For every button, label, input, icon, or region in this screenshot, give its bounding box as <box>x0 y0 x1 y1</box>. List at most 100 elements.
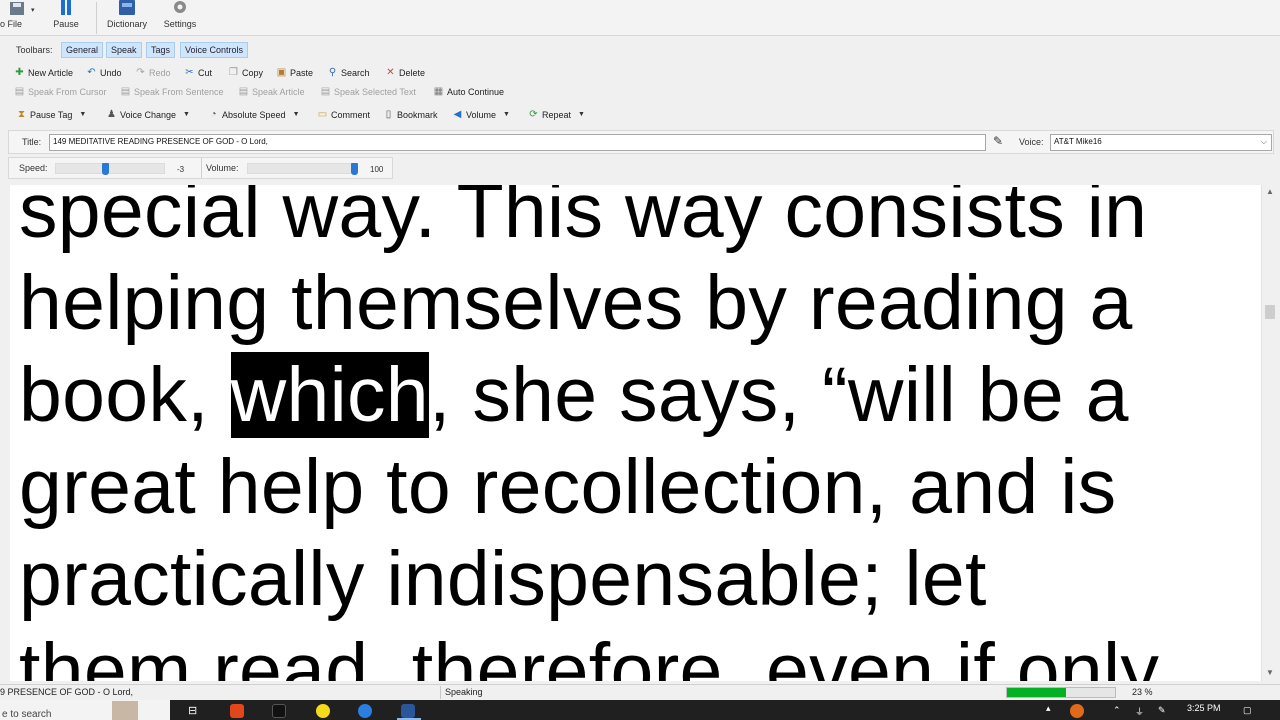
auto-continue-button[interactable]: ▦ Auto Continue <box>433 84 504 99</box>
volume-slider-track[interactable] <box>247 163 357 174</box>
gear-icon <box>174 1 186 13</box>
speak-from-cursor-label: Speak From Cursor <box>28 86 107 97</box>
undo-label: Undo <box>100 67 122 78</box>
speak-article-button[interactable]: ▤ Speak Article <box>238 84 305 99</box>
ribbon-divider <box>96 2 97 34</box>
tab-voice-controls[interactable]: Voice Controls <box>180 42 249 58</box>
absolute-speed-button[interactable]: ◔ Absolute Speed ▼ <box>208 107 300 122</box>
speak-selected-text-button[interactable]: ▤ Speak Selected Text <box>320 84 416 99</box>
status-percent: 23 % <box>1132 687 1153 697</box>
article-text[interactable]: special way. This way consists in helpin… <box>19 185 1259 681</box>
tray-app-icon[interactable] <box>1070 704 1084 718</box>
text-line: practically indispensable; let <box>19 536 987 622</box>
speed-volume-bar: Speed: -3 Volume: 100 <box>8 157 393 179</box>
reader-app-icon[interactable] <box>401 704 415 718</box>
delete-label: Delete <box>399 67 426 78</box>
notification-icon[interactable]: ▢ <box>1243 705 1252 716</box>
scroll-down-icon[interactable]: ▼ <box>1266 668 1274 677</box>
dictionary-button[interactable]: Dictionary <box>102 0 152 36</box>
save-icon <box>10 2 24 15</box>
pause-button[interactable]: Pause <box>46 0 86 36</box>
speak-selected-text-label: Speak Selected Text <box>334 86 416 97</box>
absolute-speed-label: Absolute Speed <box>222 109 286 120</box>
pause-label: Pause <box>53 19 79 29</box>
tiktok-icon[interactable] <box>272 704 286 718</box>
cut-button[interactable]: ✂ Cut <box>184 65 212 80</box>
auto-continue-label: Auto Continue <box>447 86 505 97</box>
speed-value: -3 <box>177 165 185 174</box>
voice-change-icon: ♟ <box>107 109 116 120</box>
snapchat-icon[interactable] <box>316 704 330 718</box>
voice-change-button[interactable]: ♟ Voice Change ▼ <box>106 107 190 122</box>
bookmark-icon: ▯ <box>385 109 392 120</box>
bookmark-button[interactable]: ▯ Bookmark <box>383 107 438 122</box>
bookmark-label: Bookmark <box>397 109 438 120</box>
brave-browser-icon[interactable] <box>230 704 244 718</box>
vertical-scrollbar[interactable]: ▲ ▼ <box>1261 185 1278 681</box>
text-segment: book, <box>19 352 231 438</box>
paste-button[interactable]: ▣ Paste <box>276 65 313 80</box>
pen-tray-icon[interactable]: ✎ <box>1158 705 1166 716</box>
scroll-up-icon[interactable]: ▲ <box>1266 187 1274 196</box>
tab-speak[interactable]: Speak <box>106 42 142 58</box>
title-field[interactable]: 149 MEDITATIVE READING PRESENCE OF GOD -… <box>49 134 986 151</box>
copy-button[interactable]: ❐ Copy <box>228 65 263 80</box>
chevron-down-icon[interactable]: ▼ <box>183 111 190 118</box>
status-divider <box>440 686 441 699</box>
network-icon[interactable]: ⌃ <box>1113 705 1121 716</box>
repeat-icon: ⟳ <box>529 109 538 120</box>
settings-button[interactable]: Settings <box>158 0 202 36</box>
speak-from-sentence-button[interactable]: ▤ Speak From Sentence <box>120 84 224 99</box>
text-line: great help to recollection, and is <box>19 444 1117 530</box>
tab-tags[interactable]: Tags <box>146 42 176 58</box>
chevron-down-icon[interactable]: ▼ <box>293 111 300 118</box>
speed-slider-track[interactable] <box>55 163 165 174</box>
speaker-icon: ◀ <box>453 109 462 120</box>
volume-tag-button[interactable]: ◀ Volume ▼ <box>452 107 510 122</box>
reading-progress-bar <box>1006 687 1116 698</box>
dictionary-book-icon <box>119 0 135 15</box>
chevron-down-icon[interactable]: ▼ <box>79 111 86 118</box>
toolbars-label: Toolbars: <box>16 45 53 55</box>
speak-cursor-icon: ▤ <box>14 86 25 97</box>
speak-article-icon: ▤ <box>238 86 249 97</box>
undo-button[interactable]: ↶ Undo <box>86 65 122 80</box>
voice-select[interactable]: AT&T Mike16 ⌵ <box>1050 134 1272 151</box>
tab-general[interactable]: General <box>61 42 104 58</box>
speed-gauge-icon: ◔ <box>210 109 217 120</box>
settings-label: Settings <box>163 19 197 29</box>
taskbar-search-input[interactable]: e to search <box>0 700 170 720</box>
cut-label: Cut <box>198 67 213 78</box>
status-article-title: 9 PRESENCE OF GOD - O Lord, <box>0 687 134 697</box>
pen-icon[interactable]: ✎ <box>993 134 1003 148</box>
current-word-highlight: which <box>230 352 429 438</box>
chevron-down-icon[interactable]: ▼ <box>578 111 585 118</box>
volume-slider-thumb[interactable] <box>350 163 358 175</box>
speak-from-cursor-button[interactable]: ▤ Speak From Cursor <box>14 84 107 99</box>
search-label: Search <box>341 67 370 78</box>
pause-tag-button[interactable]: ⧗ Pause Tag ▼ <box>16 107 86 122</box>
new-article-button[interactable]: ✚ New Article <box>14 65 73 80</box>
chevron-up-icon[interactable]: ▴ <box>1046 703 1051 714</box>
speed-slider-thumb[interactable] <box>101 163 109 175</box>
browser-icon[interactable] <box>358 704 372 718</box>
usb-icon[interactable]: ⏚ <box>1135 705 1144 718</box>
redo-button[interactable]: ↷ Redo <box>135 65 170 80</box>
repeat-button[interactable]: ⟳ Repeat ▼ <box>528 107 585 122</box>
comment-button[interactable]: ▭ Comment <box>317 107 370 122</box>
delete-button[interactable]: ✕ Delete <box>385 65 425 80</box>
chevron-down-icon[interactable]: ▼ <box>503 111 510 118</box>
chevron-down-icon[interactable]: ▾ <box>31 6 35 14</box>
scrollbar-thumb[interactable] <box>1265 305 1275 319</box>
taskbar-clock[interactable]: 3:25 PM <box>1187 703 1221 713</box>
search-button[interactable]: ⚲ Search <box>327 65 370 80</box>
speed-label: Speed: <box>19 163 48 173</box>
status-state: Speaking <box>445 687 483 697</box>
text-line: helping themselves by reading a <box>19 260 1133 346</box>
text-line: book, which, she says, “will be a <box>19 349 1259 441</box>
reading-pane[interactable]: special way. This way consists in helpin… <box>10 185 1261 681</box>
tags-toolbar: ⧗ Pause Tag ▼ ♟ Voice Change ▼ ◔ Absolute Spe… <box>0 104 1280 124</box>
task-view-icon[interactable]: ⊟ <box>188 704 202 718</box>
new-article-icon: ✚ <box>15 67 24 78</box>
progress-fill <box>1007 688 1067 697</box>
